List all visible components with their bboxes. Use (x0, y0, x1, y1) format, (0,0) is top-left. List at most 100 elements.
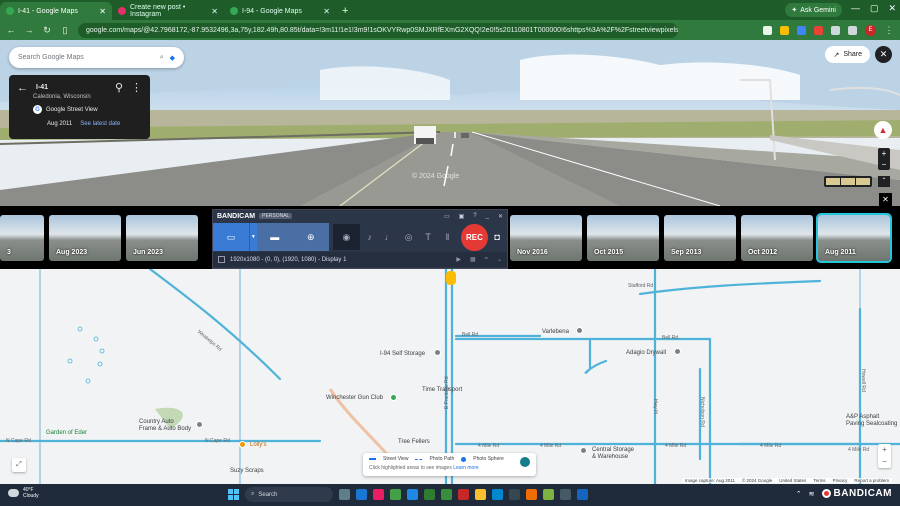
place-label[interactable]: Lolly's (250, 442, 267, 448)
tab-i41-maps[interactable]: I-41 - Google Maps ✕ (0, 2, 112, 20)
place-label[interactable]: Adagio Drywall (626, 350, 666, 356)
extension-icon[interactable] (780, 25, 789, 35)
kebab-menu-icon[interactable]: ⋮ (131, 81, 142, 94)
place-label[interactable]: A&P Asphalt Paving Sealcoating (846, 414, 897, 428)
timeline-thumb[interactable]: Jun 2023 (126, 215, 198, 261)
compass-icon[interactable]: ▲ (874, 121, 892, 139)
pause-icon[interactable]: ‖ (438, 223, 457, 251)
edge-icon[interactable] (492, 489, 503, 500)
place-label[interactable]: Country Auto Frame & Auto Body (139, 419, 191, 433)
ask-gemini-button[interactable]: ✦ Ask Gemini (785, 3, 842, 17)
place-marker-icon[interactable] (576, 327, 583, 334)
timeline-thumb[interactable]: Nov 2016 (510, 215, 582, 261)
place-marker-icon[interactable] (580, 447, 587, 454)
profile-avatar[interactable]: E (865, 24, 876, 36)
reload-icon[interactable]: ↻ (42, 25, 52, 36)
camera-icon[interactable]: ◘ (488, 223, 507, 251)
game-mode-button[interactable]: ⊕ (292, 223, 329, 251)
directions-icon[interactable]: ◆ (170, 54, 175, 62)
record-app-icon[interactable] (458, 489, 469, 500)
zoom-in-icon[interactable]: + (878, 444, 891, 456)
chevron-up-icon[interactable]: ⌃ (878, 176, 890, 187)
pin-icon[interactable]: ⚲ (115, 81, 123, 94)
wifi-icon[interactable]: ≋ (809, 490, 815, 498)
place-label[interactable]: Winchester Gun Club (326, 395, 383, 401)
tab-search-icon[interactable] (848, 25, 857, 35)
close-timeline-icon[interactable]: ✕ (879, 193, 892, 206)
folder-icon[interactable]: ▭ (444, 213, 450, 220)
expand-map-icon[interactable]: ⤢ (12, 458, 26, 472)
microphone-icon[interactable]: ♩ (379, 223, 398, 251)
close-icon[interactable]: ✕ (498, 213, 503, 220)
map-canvas[interactable]: Varlebena I-94 Self Storage Adagio Drywa… (0, 269, 900, 484)
speaker-icon[interactable]: ♪ (360, 223, 379, 251)
device-mode-button[interactable]: ▬ (256, 223, 293, 251)
place-label[interactable]: Suzy Scraps (230, 468, 264, 474)
puzzle-icon[interactable] (831, 25, 840, 35)
timeline-thumb[interactable]: Oct 2015 (587, 215, 659, 261)
media-player-icon[interactable] (560, 489, 571, 500)
place-label[interactable]: Time Transport (422, 387, 462, 393)
place-label[interactable]: I-94 Self Storage (380, 351, 425, 357)
food-marker-icon[interactable] (239, 441, 246, 448)
extension-icon[interactable] (763, 25, 772, 35)
street-view-layer-toggle[interactable] (520, 457, 530, 467)
search-input[interactable]: Search Google Maps (18, 54, 84, 61)
tab-i94-maps[interactable]: I-94 - Google Maps ✕ (224, 2, 336, 20)
see-latest-date-link[interactable]: See latest date (80, 121, 120, 127)
chevron-up-icon[interactable]: ⌃ (796, 490, 802, 498)
extension-icon[interactable] (797, 25, 806, 35)
timeline-thumb-selected[interactable]: Aug 2011 (816, 213, 892, 263)
app-icon[interactable] (407, 489, 418, 500)
close-street-view-button[interactable]: ✕ (875, 46, 892, 63)
attribution-item[interactable]: United States (779, 478, 806, 483)
excel-icon[interactable] (424, 489, 435, 500)
place-label[interactable]: Central Storage & Warehouse (592, 447, 634, 461)
place-label[interactable]: Tree Fellers (398, 439, 430, 445)
search-icon[interactable]: ⌕ (160, 54, 164, 62)
place-marker-icon[interactable] (196, 421, 203, 428)
webcam-toggle[interactable]: ◉ (332, 224, 360, 250)
maximize-icon[interactable]: ▢ (870, 3, 879, 14)
extension-icon[interactable] (814, 25, 823, 35)
app-icon[interactable] (577, 489, 588, 500)
learn-more-link[interactable]: Learn more (453, 465, 479, 471)
chrome-icon[interactable] (543, 489, 554, 500)
kebab-menu-icon[interactable]: ⋮ (884, 25, 894, 36)
place-label[interactable]: Varlebena (542, 329, 569, 335)
attribution-item[interactable]: Privacy (833, 478, 848, 483)
close-tab-icon[interactable]: ✕ (211, 7, 218, 16)
search-bar[interactable]: Search Google Maps ⌕ ◆ (9, 47, 184, 68)
minimize-icon[interactable]: — (851, 3, 860, 14)
screen-mode-button[interactable]: ▭ (213, 223, 249, 251)
timeline-thumb[interactable]: Aug 2023 (49, 215, 121, 261)
place-label[interactable]: Garden of Eder (46, 430, 87, 436)
chevron-down-icon[interactable]: ⌄ (497, 256, 502, 263)
chrome-icon[interactable] (390, 489, 401, 500)
attribution-item[interactable]: Terms (813, 478, 825, 483)
forward-arrow-icon[interactable]: → (24, 25, 34, 35)
mode-dropdown-icon[interactable]: ▼ (248, 223, 257, 251)
back-arrow-icon[interactable]: ← (17, 82, 28, 94)
minimize-icon[interactable]: _ (486, 213, 489, 220)
zoom-in-icon[interactable]: + (878, 148, 890, 159)
region-checkbox[interactable] (218, 256, 225, 263)
weather-widget[interactable]: 40°F Cloudy (8, 487, 39, 499)
audio-wave-icon[interactable]: ≈ (485, 256, 488, 263)
timeline-thumb[interactable]: 3 (0, 215, 44, 261)
new-tab-button[interactable]: + (336, 2, 354, 20)
mouse-effect-icon[interactable]: ◎ (399, 223, 418, 251)
help-icon[interactable]: ? (473, 213, 476, 220)
video-icon[interactable]: ▶ (456, 256, 461, 263)
record-button[interactable]: REC (461, 223, 488, 251)
text-overlay-icon[interactable]: T (418, 223, 437, 251)
place-marker-icon[interactable] (674, 348, 681, 355)
app-icon[interactable] (373, 489, 384, 500)
timeline-thumb[interactable]: Oct 2012 (741, 215, 813, 261)
chrome-icon[interactable] (526, 489, 537, 500)
place-marker-icon[interactable] (434, 349, 441, 356)
close-tab-icon[interactable]: ✕ (323, 7, 330, 16)
app-icon[interactable] (509, 489, 520, 500)
zoom-out-icon[interactable]: − (878, 456, 891, 468)
app-icon[interactable] (441, 489, 452, 500)
